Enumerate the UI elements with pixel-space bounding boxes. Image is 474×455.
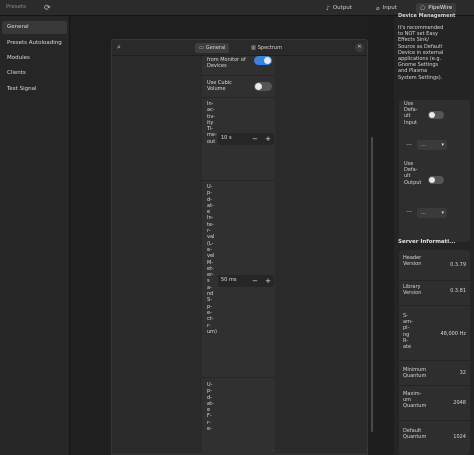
cubic-volume-switch[interactable] <box>254 82 272 91</box>
sidebar-item-modules[interactable]: Modules <box>2 52 67 65</box>
sampling-rate-key: S- am- pl- ng R- ate <box>403 313 413 351</box>
use-default-input-label: Use Defa- ult Input <box>404 101 418 126</box>
use-default-output-label: Use Defa- ult Output <box>404 161 422 186</box>
monitor-devices-row: from Monitor of Devices <box>202 56 275 76</box>
tab-input-label: Input <box>382 5 397 11</box>
maximum-quantum-key: Maxim- um Quantum <box>403 391 427 410</box>
pipewire-panel: Device Management It's recommended to NO… <box>394 13 474 455</box>
tab-pipewire-label: PipeWire <box>428 5 453 11</box>
header-version-row: Header Version 0.3.79 <box>399 250 470 281</box>
settings-list: from Monitor of Devices Use Cubic Volume… <box>202 56 275 455</box>
increase-button[interactable]: + <box>262 275 274 287</box>
output-device-value: ... <box>421 210 426 216</box>
device-management-title: Device Management <box>398 13 456 19</box>
input-device-value: ... <box>421 142 426 148</box>
tab-spectrum-label: Spectrum <box>257 45 282 51</box>
decrease-button[interactable]: − <box>249 275 261 287</box>
update-interval-label: U- p- d- at- e In- te- r- val (L- e- vel… <box>207 184 217 335</box>
sidebar-item-general[interactable]: General <box>2 21 67 34</box>
default-quantum-key: Default Quantum <box>403 428 427 441</box>
update-frequency-row: U- p- d- at- e F- r- e- <box>202 378 275 455</box>
sidebar-item-clients[interactable]: Clients <box>2 67 67 80</box>
library-version-value: 0.3.81 <box>450 288 466 294</box>
output-device-dropdown[interactable]: ... ▾ <box>417 208 447 218</box>
tab-output-label: Output <box>332 5 352 11</box>
tab-general[interactable]: ▭ General <box>195 43 230 53</box>
sidebar-item-presets-autoloading[interactable]: Presets Autoloading <box>2 37 67 50</box>
reload-icon[interactable]: ⟳ <box>44 3 53 12</box>
inactivity-timeout-spinbutton[interactable]: 10 s − + <box>218 133 274 145</box>
use-default-output-switch[interactable] <box>428 176 444 184</box>
microphone-icon: ⌀ <box>376 4 380 12</box>
sampling-rate-row: S- am- pl- ng R- ate 48,000 Hz <box>399 306 470 361</box>
server-information-title: Server Informati... <box>398 239 456 245</box>
library-version-row: Library Version 0.3.81 <box>399 281 470 306</box>
input-device-dropdown[interactable]: ... ▾ <box>417 140 447 150</box>
default-device-card: Use Defa- ult Input — ... ▾ Use Defa- ul… <box>399 100 470 242</box>
header-version-value: 0.3.79 <box>450 262 466 268</box>
sampling-rate-value: 48,000 Hz <box>440 331 466 337</box>
library-version-key: Library Version <box>403 284 422 297</box>
inactivity-timeout-row: In- ac- tiv- ity Ti- me- out 10 s − + <box>202 98 275 181</box>
tab-spectrum[interactable]: ▥ Spectrum <box>247 43 286 53</box>
input-device-dash: — <box>406 141 412 148</box>
close-icon[interactable]: ✕ <box>355 43 364 52</box>
default-quantum-row: Default Quantum 1024 <box>399 421 470 455</box>
monitor-devices-switch[interactable] <box>254 56 272 65</box>
pipewire-icon: ⎔ <box>420 4 426 12</box>
update-frequency-label: U- p- d- at- e F- r- e- <box>207 382 214 433</box>
tab-output[interactable]: ♪ Output <box>322 3 356 13</box>
maximum-quantum-row: Maxim- um Quantum 2048 <box>399 386 470 421</box>
update-interval-value: 50 ms <box>221 277 237 283</box>
spectrum-icon: ▥ <box>251 45 256 51</box>
inactivity-timeout-value: 10 s <box>221 135 232 141</box>
tab-general-label: General <box>205 45 226 51</box>
cubic-volume-row: Use Cubic Volume <box>202 76 275 98</box>
tab-input[interactable]: ⌀ Input <box>372 3 401 13</box>
sidebar-item-test-signal[interactable]: Test Signal <box>2 83 67 96</box>
presets-menu-button[interactable]: Presets <box>6 4 26 10</box>
server-information-card: Header Version 0.3.79 Library Version 0.… <box>399 250 470 455</box>
settings-icon: ▭ <box>199 45 204 51</box>
sidebar: General Presets Autoloading Modules Clie… <box>0 16 70 455</box>
chevron-down-icon: ▾ <box>441 210 444 216</box>
tab-pipewire[interactable]: ⎔ PipeWire <box>416 3 457 13</box>
default-quantum-value: 1024 <box>453 434 466 440</box>
cubic-volume-label: Use Cubic Volume <box>207 80 232 93</box>
dialog-header: ⌕ ▭ General ▥ Spectrum ✕ <box>112 40 367 56</box>
preferences-dialog: ⌕ ▭ General ▥ Spectrum ✕ from Monitor of… <box>111 39 368 455</box>
maximum-quantum-value: 2048 <box>453 400 466 406</box>
chevron-down-icon: ▾ <box>441 142 444 148</box>
minimum-quantum-value: 32 <box>459 370 466 376</box>
speaker-icon: ♪ <box>326 4 330 12</box>
monitor-devices-label: from Monitor of Devices <box>207 57 246 70</box>
header-version-key: Header Version <box>403 255 422 268</box>
minimum-quantum-key: Minimum Quantum <box>403 367 427 380</box>
increase-button[interactable]: + <box>262 133 274 145</box>
inactivity-timeout-label: In- ac- tiv- ity Ti- me- out <box>207 101 217 145</box>
output-device-dash: — <box>406 208 412 215</box>
scrollbar[interactable] <box>371 137 373 432</box>
update-interval-spinbutton[interactable]: 50 ms − + <box>218 275 274 287</box>
minimum-quantum-row: Minimum Quantum 32 <box>399 361 470 386</box>
decrease-button[interactable]: − <box>249 133 261 145</box>
search-icon[interactable]: ⌕ <box>117 43 121 52</box>
use-default-input-switch[interactable] <box>428 111 444 119</box>
recommendation-text: It's recommended to NOT set Easy Effects… <box>398 25 444 81</box>
update-interval-row: U- p- d- at- e In- te- r- val (L- e- vel… <box>202 181 275 378</box>
